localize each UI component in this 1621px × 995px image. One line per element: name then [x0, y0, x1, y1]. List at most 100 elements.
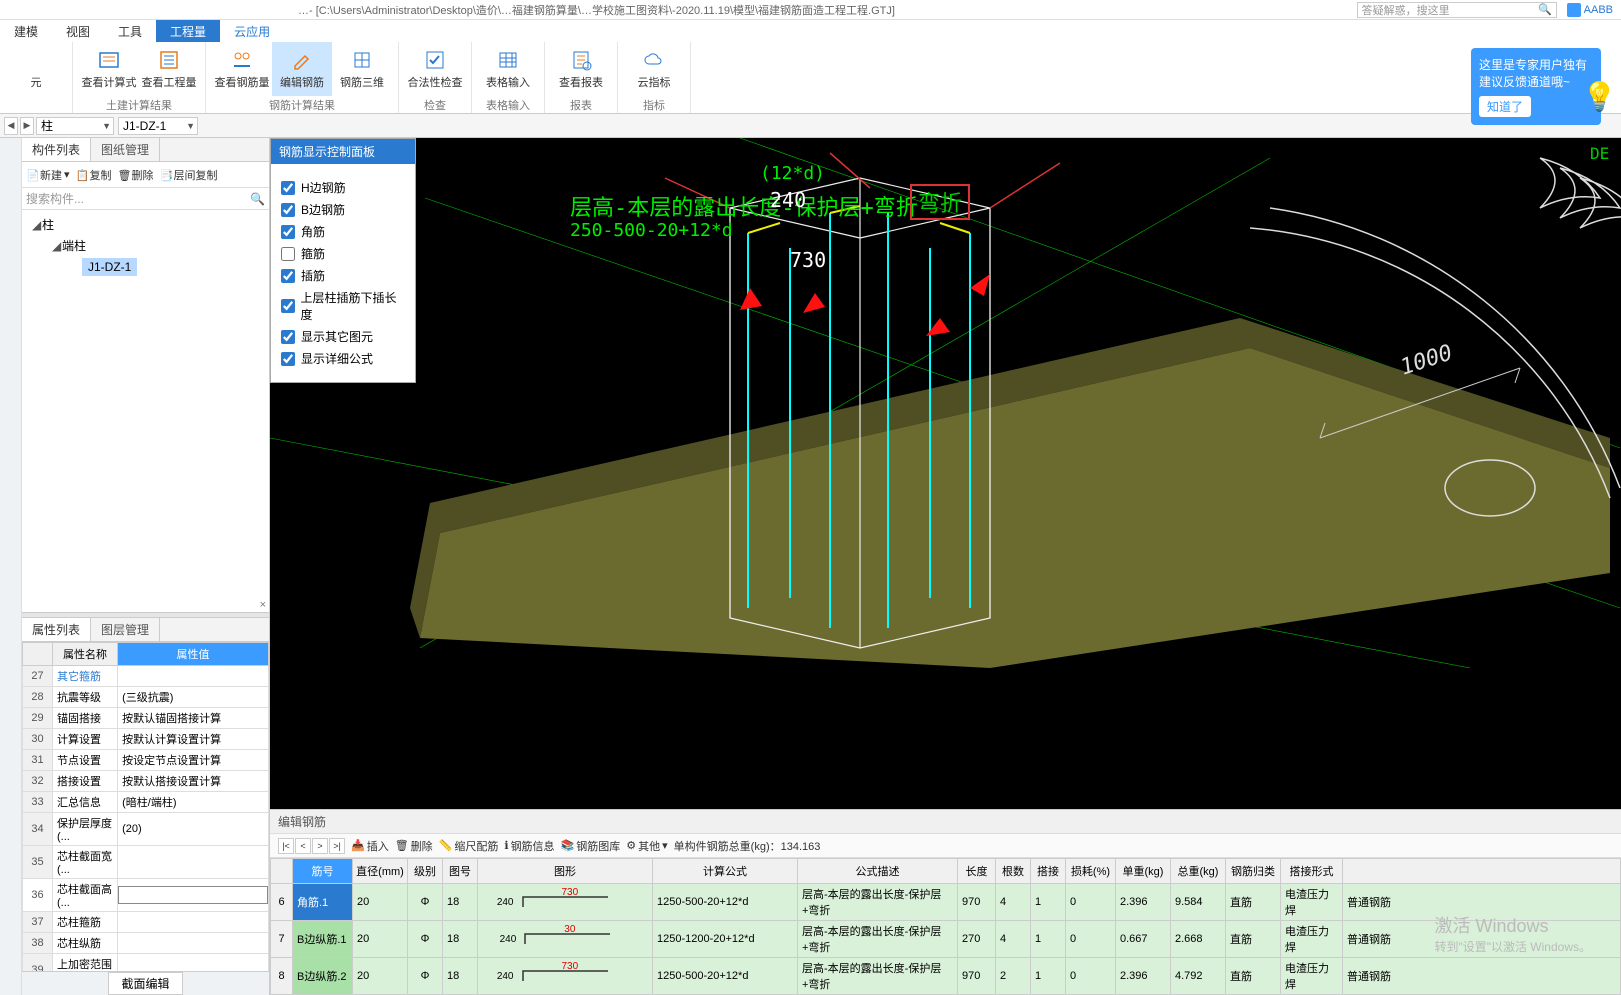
component-select[interactable]: J1-DZ-1▼	[118, 117, 198, 135]
prop-row[interactable]: 34保护层厚度(...(20)	[23, 812, 269, 845]
ribbon-rebar-3d[interactable]: 钢筋三维	[332, 42, 392, 96]
col-no[interactable]: 筋号	[293, 859, 353, 884]
editor-insert[interactable]: 📥 插入	[351, 838, 389, 854]
tree-node-end-column[interactable]: ◢端柱	[52, 235, 263, 256]
copy-button[interactable]: 📋复制	[76, 167, 112, 183]
layers-icon: 📑	[160, 169, 172, 181]
section-edit-button[interactable]: 截面编辑	[108, 972, 182, 995]
layer-copy-button[interactable]: 📑层间复制	[160, 167, 218, 183]
editor-delete[interactable]: 🗑 删除	[395, 838, 433, 854]
tree-node-column[interactable]: ◢柱	[32, 214, 263, 235]
prop-row[interactable]: 35芯柱截面宽(...	[23, 845, 269, 878]
component-search[interactable]: 搜索构件...🔍	[22, 188, 269, 210]
rebar-row[interactable]: 7B边纵筋.120Φ18240301250-1200-20+12*d层高-本层的…	[271, 921, 1621, 958]
table-icon	[496, 48, 520, 72]
col-conn[interactable]: 搭接形式	[1281, 859, 1343, 884]
prop-row[interactable]: 29锚固搭接按默认锚固搭接计算	[23, 707, 269, 728]
tip-ok-button[interactable]: 知道了	[1479, 96, 1531, 117]
viewport-formula2: 层高-本层的露出长度-保护层+弯折	[570, 190, 918, 222]
editor-scale[interactable]: 📏 缩尺配筋	[439, 838, 499, 854]
toggle-上层柱插筋下插长度[interactable]: 上层柱插筋下插长度	[281, 289, 405, 323]
left-nav-rail[interactable]	[0, 138, 22, 995]
col-len[interactable]: 长度	[958, 859, 996, 884]
new-button[interactable]: 📄新建 ▾	[26, 167, 70, 183]
tab-component-list[interactable]: 构件列表	[22, 138, 91, 161]
prop-row[interactable]: 36芯柱截面高(...	[23, 878, 269, 911]
ribbon-view-calc[interactable]: 查看计算式	[79, 42, 139, 96]
tab-drawing-mgmt[interactable]: 图纸管理	[91, 138, 160, 161]
col-uw[interactable]: 单重(kg)	[1116, 859, 1171, 884]
ribbon-group-report: 报表	[551, 96, 611, 113]
nav-next[interactable]: ▶	[20, 117, 34, 135]
rebar-row[interactable]: 8B边纵筋.220Φ182407301250-500-20+12*d层高-本层的…	[271, 958, 1621, 995]
titlebar-path: …- [C:\Users\Administrator\Desktop\造价\…福…	[298, 2, 1357, 18]
col-loss[interactable]: 损耗(%)	[1066, 859, 1116, 884]
viewport-dim-240: 240	[770, 188, 806, 212]
tab-layers[interactable]: 图层管理	[91, 618, 160, 641]
panel-close-icon[interactable]: ×	[260, 599, 266, 611]
col-formula[interactable]: 计算公式	[653, 859, 798, 884]
viewport-dim-730: 730	[790, 248, 826, 272]
col-cat[interactable]: 钢筋归类	[1226, 859, 1281, 884]
col-lap[interactable]: 搭接	[1031, 859, 1066, 884]
splitter-h[interactable]: ×	[22, 612, 269, 618]
chevron-down-icon: ▼	[102, 121, 111, 131]
editor-info[interactable]: ℹ 钢筋信息	[504, 838, 554, 854]
col-desc[interactable]: 公式描述	[798, 859, 958, 884]
ribbon-check[interactable]: 合法性检查	[405, 42, 465, 96]
col-tw[interactable]: 总重(kg)	[1171, 859, 1226, 884]
tree-node-j1dz1[interactable]: J1-DZ-1	[82, 256, 263, 278]
prop-row[interactable]: 38芯柱纵筋	[23, 932, 269, 953]
col-cnt[interactable]: 根数	[996, 859, 1031, 884]
prop-row[interactable]: 27其它箍筋	[23, 665, 269, 686]
formula-icon	[97, 48, 121, 72]
ribbon-prev[interactable]: 元	[6, 42, 66, 96]
prop-row[interactable]: 33汇总信息(暗柱/端柱)	[23, 791, 269, 812]
menu-view[interactable]: 视图	[52, 20, 104, 42]
type-select[interactable]: 柱▼	[36, 117, 114, 135]
cloud-icon	[642, 48, 666, 72]
ribbon-edit-rebar[interactable]: 编辑钢筋	[272, 42, 332, 96]
menu-quantity[interactable]: 工程量	[156, 20, 220, 42]
ribbon-cloud-index[interactable]: 云指标	[624, 42, 684, 96]
menu-cloud[interactable]: 云应用	[220, 20, 284, 42]
prop-row[interactable]: 31节点设置按设定节点设置计算	[23, 749, 269, 770]
col-type[interactable]	[1343, 859, 1621, 884]
user-badge[interactable]: AABB	[1567, 3, 1613, 17]
ribbon-report[interactable]: 查看报表	[551, 42, 611, 96]
nav-prev[interactable]: ◀	[4, 117, 18, 135]
col-lvl[interactable]: 级别	[408, 859, 443, 884]
row-pager[interactable]: |<<>>|	[278, 838, 345, 854]
global-search[interactable]: 答疑解惑，搜这里🔍	[1357, 2, 1557, 18]
toggle-显示详细公式[interactable]: 显示详细公式	[281, 350, 405, 367]
editor-other[interactable]: ⚙ 其他 ▾	[626, 838, 667, 854]
ribbon-rebar-qty[interactable]: 查看钢筋量	[212, 42, 272, 96]
toggle-箍筋[interactable]: 箍筋	[281, 245, 405, 262]
editor-lib[interactable]: 📚 钢筋图库	[561, 838, 621, 854]
toggle-H边钢筋[interactable]: H边钢筋	[281, 179, 405, 196]
rebar-row[interactable]: 6角筋.120Φ182407301250-500-20+12*d层高-本层的露出…	[271, 884, 1621, 921]
prop-row[interactable]: 28抗震等级(三级抗震)	[23, 686, 269, 707]
menu-tools[interactable]: 工具	[104, 20, 156, 42]
col-fig[interactable]: 图号	[443, 859, 478, 884]
viewport-3d[interactable]: 钢筋显示控制面板 H边钢筋 B边钢筋 角筋 箍筋 插筋 上层柱插筋下插长度 显示…	[270, 138, 1621, 809]
toggle-插筋[interactable]: 插筋	[281, 267, 405, 284]
prop-row[interactable]: 39上加密范围(...	[23, 953, 269, 971]
toggle-显示其它图元[interactable]: 显示其它图元	[281, 328, 405, 345]
toggle-角筋[interactable]: 角筋	[281, 223, 405, 240]
search-icon: 🔍	[1538, 3, 1552, 16]
prop-row[interactable]: 32搭接设置按默认搭接设置计算	[23, 770, 269, 791]
tab-properties[interactable]: 属性列表	[22, 618, 91, 641]
rebar-display-panel[interactable]: 钢筋显示控制面板 H边钢筋 B边钢筋 角筋 箍筋 插筋 上层柱插筋下插长度 显示…	[270, 138, 416, 383]
prop-row[interactable]: 30计算设置按默认计算设置计算	[23, 728, 269, 749]
menu-model[interactable]: 建模	[0, 20, 52, 42]
col-dia[interactable]: 直径(mm)	[353, 859, 408, 884]
prop-row[interactable]: 37芯柱箍筋	[23, 911, 269, 932]
list-icon	[157, 48, 181, 72]
col-shape[interactable]: 图形	[478, 859, 653, 884]
delete-button[interactable]: 🗑删除	[118, 167, 154, 183]
editor-title: 编辑钢筋	[270, 810, 1621, 834]
toggle-B边钢筋[interactable]: B边钢筋	[281, 201, 405, 218]
ribbon-table-input[interactable]: 表格输入	[478, 42, 538, 96]
ribbon-view-eng[interactable]: 查看工程量	[139, 42, 199, 96]
